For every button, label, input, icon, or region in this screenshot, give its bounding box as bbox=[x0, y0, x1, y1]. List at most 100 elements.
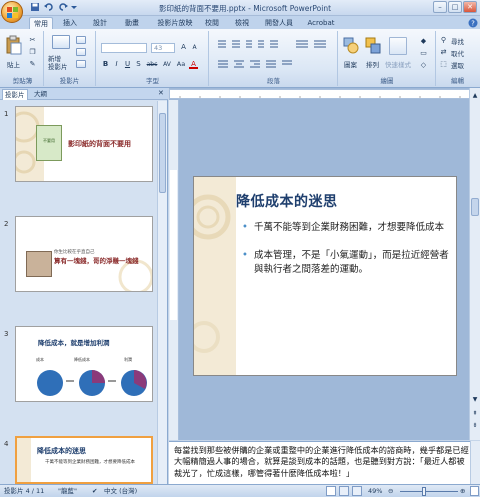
editor-scrollbar[interactable]: ▲ ▼ ⇞ ⇟ bbox=[469, 88, 480, 440]
maximize-button[interactable]: □ bbox=[448, 1, 462, 13]
shape-effects-icon[interactable]: ◇ bbox=[419, 61, 428, 70]
paragraph-group-label: 段落 bbox=[267, 77, 280, 85]
reset-icon[interactable] bbox=[76, 48, 86, 56]
drawing-group: 圖案 排列 快速樣式 ◆ ▭ ◇ 繪圖 bbox=[339, 31, 436, 86]
change-case-button[interactable]: Aa bbox=[175, 60, 187, 69]
chart-label: 利潤 bbox=[124, 357, 132, 362]
tab-insert[interactable]: 插入 bbox=[58, 17, 82, 29]
zoom-level[interactable]: 49% bbox=[368, 485, 382, 497]
scroll-thumb[interactable] bbox=[159, 113, 166, 193]
scroll-up-icon[interactable]: ▲ bbox=[471, 92, 479, 100]
ruler-ticks bbox=[179, 96, 461, 98]
slide-body[interactable]: • 千萬不能等到企業財務困難，才想要降低成本 • 成本管理，不是「小氣運動」，而… bbox=[242, 221, 454, 277]
bold-button[interactable]: B bbox=[101, 60, 110, 69]
zoom-in-icon[interactable]: ⊕ bbox=[460, 485, 465, 497]
slide-bullet-2[interactable]: • 成本管理，不是「小氣運動」，而是拉近經營者與執行者之間落差的運動。 bbox=[242, 249, 454, 277]
tab-animations[interactable]: 動畫 bbox=[120, 17, 144, 29]
notes-text[interactable]: 每當找到那些被併購的企業或重整中的企業進行降低成本的諮商時，幾乎都是已經大幅精簡… bbox=[174, 445, 470, 479]
slide-bullet-1[interactable]: • 千萬不能等到企業財務困難，才想要降低成本 bbox=[242, 221, 454, 235]
arrange-icon[interactable] bbox=[365, 37, 381, 55]
tab-review[interactable]: 校閱 bbox=[200, 17, 224, 29]
shrink-font-icon[interactable]: A bbox=[190, 43, 199, 52]
paste-label[interactable]: 貼上 bbox=[7, 59, 20, 69]
shapes-icon[interactable] bbox=[343, 37, 359, 55]
zoom-slider[interactable] bbox=[400, 487, 458, 496]
office-button[interactable] bbox=[1, 1, 23, 23]
help-icon[interactable]: ? bbox=[468, 18, 478, 28]
minimize-button[interactable]: – bbox=[433, 1, 447, 13]
tab-slides[interactable]: 投影片 bbox=[2, 89, 28, 100]
thumb-number: 3 bbox=[4, 330, 9, 338]
new-slide-icon[interactable] bbox=[52, 35, 70, 49]
shape-fill-icon[interactable]: ◆ bbox=[419, 37, 428, 46]
select-label[interactable]: 選取 bbox=[451, 60, 464, 70]
notes-pane[interactable]: 每當找到那些被併購的企業或重整中的企業進行降低成本的諮商時，幾乎都是已經大幅精簡… bbox=[169, 441, 470, 484]
underline-button[interactable]: U bbox=[123, 60, 132, 69]
shape-outline-icon[interactable]: ▭ bbox=[419, 49, 428, 58]
panel-scrollbar[interactable] bbox=[157, 101, 167, 484]
undo-icon[interactable] bbox=[44, 2, 54, 12]
strikethrough-button[interactable]: abc bbox=[145, 60, 159, 69]
tab-slideshow[interactable]: 投影片放映 bbox=[150, 17, 200, 29]
quick-styles-label[interactable]: 快速樣式 bbox=[385, 59, 411, 69]
find-label[interactable]: 尋找 bbox=[451, 36, 464, 46]
spellcheck-icon[interactable]: ✔ bbox=[92, 485, 97, 497]
tab-outline[interactable]: 大綱 bbox=[32, 89, 49, 100]
slides-panel: 投影片 大綱 ✕ 1 不要用 影印紙的背面不要用 2 你生比較在乎直自己 算有一… bbox=[0, 88, 168, 484]
thumb-title: 降低成本，就是增加利潤 bbox=[38, 339, 110, 347]
quick-styles-icon[interactable] bbox=[389, 37, 407, 55]
bullet-icon: • bbox=[242, 222, 248, 233]
slide-sorter-icon[interactable] bbox=[339, 486, 349, 496]
zoom-slider-thumb[interactable] bbox=[422, 487, 426, 496]
slide-thumbnail-1[interactable]: 不要用 影印紙的背面不要用 bbox=[15, 106, 153, 182]
new-slide-label[interactable]: 新增 投影片 bbox=[48, 55, 68, 71]
font-size-combo[interactable]: 43 bbox=[151, 43, 175, 53]
font-color-button[interactable]: A bbox=[189, 60, 198, 69]
slide-title[interactable]: 降低成本的迷思 bbox=[236, 191, 338, 211]
tab-design[interactable]: 設計 bbox=[88, 17, 112, 29]
slide-thumbnail-3[interactable]: 降低成本，就是增加利潤 成本 降低成本 利潤 bbox=[15, 326, 153, 402]
close-button[interactable]: ✕ bbox=[463, 1, 477, 13]
thumb-number: 4 bbox=[4, 440, 9, 448]
slide-canvas[interactable]: 降低成本的迷思 • 千萬不能等到企業財務困難，才想要降低成本 • 成本管理，不是… bbox=[193, 176, 457, 376]
grow-font-icon[interactable]: A bbox=[179, 43, 188, 52]
select-icon[interactable]: ⬚ bbox=[439, 60, 448, 69]
redo-icon[interactable] bbox=[58, 2, 68, 12]
replace-icon[interactable]: ⇄ bbox=[439, 48, 448, 57]
tab-developer[interactable]: 開發人員 bbox=[262, 17, 296, 29]
previous-slide-icon[interactable]: ⇞ bbox=[471, 410, 479, 418]
layout-icon[interactable] bbox=[76, 36, 86, 44]
language-indicator[interactable]: 中文 (台灣) bbox=[104, 485, 137, 497]
tab-view[interactable]: 檢視 bbox=[230, 17, 254, 29]
shadow-button[interactable]: S bbox=[134, 60, 143, 69]
font-name-combo[interactable] bbox=[101, 43, 147, 53]
arrange-label[interactable]: 排列 bbox=[366, 59, 379, 69]
slideshow-view-icon[interactable] bbox=[352, 486, 362, 496]
scroll-thumb[interactable] bbox=[471, 198, 479, 216]
cut-icon[interactable]: ✂ bbox=[28, 36, 37, 45]
tab-home[interactable]: 常用 bbox=[29, 17, 53, 29]
bullet-icon: • bbox=[242, 250, 248, 261]
delete-slide-icon[interactable] bbox=[76, 60, 86, 68]
slide-thumbnail-2[interactable]: 你生比較在乎直自己 算有一塊錢，哥的淨賺一塊錢 bbox=[15, 216, 153, 292]
scroll-down-icon[interactable]: ▼ bbox=[471, 396, 479, 404]
normal-view-icon[interactable] bbox=[326, 486, 336, 496]
slide-thumbnail-4[interactable]: 降低成本的迷思 千萬不能等到企業財務困難，才想要降低成本 bbox=[15, 436, 153, 484]
next-slide-icon[interactable]: ⇟ bbox=[471, 422, 479, 430]
notes-scrollbar[interactable] bbox=[470, 441, 480, 484]
zoom-out-icon[interactable]: ⊖ bbox=[388, 485, 393, 497]
replace-label[interactable]: 取代 bbox=[451, 48, 464, 58]
find-icon[interactable]: ⚲ bbox=[439, 36, 448, 45]
spacing-button[interactable]: AV bbox=[161, 60, 173, 69]
customize-toolbar-icon[interactable] bbox=[70, 2, 78, 12]
save-icon[interactable] bbox=[30, 2, 40, 12]
tab-acrobat[interactable]: Acrobat bbox=[306, 17, 336, 29]
fit-to-window-icon[interactable] bbox=[470, 486, 479, 496]
italic-button[interactable]: I bbox=[112, 60, 121, 69]
copy-icon[interactable]: ❐ bbox=[28, 48, 37, 57]
format-painter-icon[interactable]: ✎ bbox=[28, 60, 37, 69]
paragraph-controls-icon[interactable] bbox=[216, 39, 332, 71]
close-icon[interactable]: ✕ bbox=[158, 89, 164, 97]
shapes-label[interactable]: 圖案 bbox=[344, 59, 357, 69]
paste-icon[interactable] bbox=[6, 35, 22, 55]
